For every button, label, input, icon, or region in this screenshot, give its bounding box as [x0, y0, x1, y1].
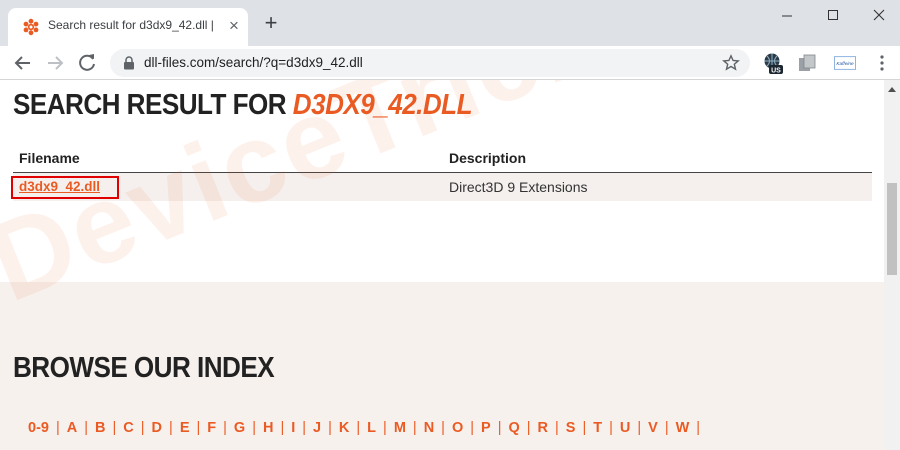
index-letter-link[interactable]: A — [67, 420, 77, 436]
site-favicon — [23, 18, 39, 36]
letter-separator: | — [383, 420, 387, 436]
letter-separator: | — [696, 420, 701, 436]
index-letter-link[interactable]: K — [339, 420, 349, 436]
letter-separator: | — [140, 420, 145, 436]
browse-index-section: BROWSE OUR INDEX 0-9 | A | B | C | D | E | F | G | H | I | J… — [0, 282, 884, 450]
letter-separator: | — [55, 420, 60, 436]
tab-strip: Search result for d3dx9_42.dll | D × + — [0, 0, 900, 46]
close-icon[interactable]: × — [225, 17, 243, 35]
scrollbar-thumb[interactable] — [887, 183, 897, 275]
address-bar[interactable]: dll-files.com/search/?q=d3dx9_42.dll — [110, 49, 750, 77]
search-query: D3DX9_42.DLL — [292, 89, 473, 121]
index-letter-link[interactable]: R — [538, 420, 548, 436]
table-row: d3dx9_42.dll Direct3D 9 Extensions — [11, 173, 872, 201]
index-letter-link[interactable]: G — [234, 420, 245, 436]
letter-separator: | — [555, 420, 559, 436]
index-letter-link[interactable]: F — [207, 420, 216, 436]
scroll-up-icon[interactable] — [888, 86, 896, 92]
letter-separator: | — [169, 420, 173, 436]
globe-extension-icon[interactable]: US — [762, 52, 784, 74]
letter-separator: | — [84, 420, 89, 436]
extension-badge-text: Kaffeine — [836, 61, 854, 67]
index-letter-link[interactable]: W — [676, 420, 690, 436]
letter-separator: | — [609, 420, 613, 436]
index-letter-link[interactable]: M — [394, 420, 406, 436]
page-viewport: SEARCH RESULT FOR D3DX9_42.DLL Filename … — [0, 80, 884, 450]
index-letter-link[interactable]: J — [313, 420, 321, 436]
page-title: SEARCH RESULT FOR D3DX9_42.DLL — [13, 89, 473, 122]
tab-title: Search result for d3dx9_42.dll | D — [48, 18, 216, 32]
maximize-icon[interactable] — [810, 0, 856, 32]
letter-separator: | — [223, 420, 227, 436]
index-letter-link[interactable]: C — [123, 420, 133, 436]
letter-separator: | — [412, 420, 417, 436]
letter-separator: | — [112, 420, 117, 436]
index-letter-link[interactable]: S — [566, 420, 576, 436]
highlight-box — [11, 176, 119, 199]
index-letter-link[interactable]: E — [180, 420, 190, 436]
plus-icon[interactable]: + — [260, 12, 282, 35]
letter-separator: | — [497, 420, 502, 436]
column-header-filename: Filename — [19, 150, 80, 166]
index-letter-link[interactable]: O — [452, 420, 463, 436]
index-letter-link[interactable]: Q — [508, 420, 519, 436]
index-letter-link[interactable]: D — [152, 420, 162, 436]
reload-icon[interactable] — [74, 50, 100, 76]
letter-separator: | — [252, 420, 256, 436]
file-description: Direct3D 9 Extensions — [449, 179, 588, 195]
index-letter-link[interactable]: 0-9 — [28, 420, 49, 436]
forward-arrow-icon[interactable] — [42, 50, 68, 76]
minimize-icon[interactable] — [764, 0, 810, 32]
letter-separator: | — [356, 420, 361, 436]
browse-heading: BROWSE OUR INDEX — [13, 352, 275, 384]
index-letter-link[interactable]: P — [481, 420, 491, 436]
extension-badge-label: US — [771, 68, 781, 75]
index-letter-link[interactable]: T — [593, 420, 602, 436]
letter-separator: | — [526, 420, 531, 436]
index-letter-link[interactable]: U — [620, 420, 630, 436]
letter-separator: | — [637, 420, 642, 436]
star-icon[interactable] — [722, 54, 740, 72]
url-text[interactable]: dll-files.com/search/?q=d3dx9_42.dll — [144, 55, 363, 70]
page-title-prefix: SEARCH RESULT FOR — [13, 89, 293, 121]
index-letter-link[interactable]: N — [424, 420, 434, 436]
letter-separator: | — [441, 420, 445, 436]
column-header-description: Description — [449, 150, 527, 166]
vertical-scrollbar[interactable] — [884, 80, 900, 450]
back-arrow-icon[interactable] — [10, 50, 36, 76]
browser-tab[interactable]: Search result for d3dx9_42.dll | D × — [8, 8, 248, 46]
letter-separator: | — [582, 420, 587, 436]
letter-separator: | — [328, 420, 332, 436]
letter-separator: | — [470, 420, 475, 436]
letter-separator: | — [280, 420, 285, 436]
index-letter-link[interactable]: B — [95, 420, 105, 436]
index-letter-link[interactable]: V — [648, 420, 658, 436]
letter-separator: | — [302, 420, 307, 436]
letter-separator: | — [664, 420, 669, 436]
index-letter-nav: 0-9 | A | B | C | D | E | F | G | H | I | J | K | L | M | N | O | P | Q | R |… — [28, 420, 707, 440]
badge-extension-icon[interactable]: Kaffeine — [834, 52, 856, 74]
copy-extension-icon[interactable] — [796, 52, 818, 74]
index-letter-link[interactable]: L — [367, 420, 376, 436]
browser-toolbar: dll-files.com/search/?q=d3dx9_42.dll US … — [0, 46, 900, 80]
lock-icon — [124, 56, 134, 70]
window-close-icon[interactable] — [856, 0, 900, 32]
letter-separator: | — [196, 420, 201, 436]
index-letter-link[interactable]: H — [263, 420, 273, 436]
menu-icon[interactable] — [874, 54, 890, 72]
